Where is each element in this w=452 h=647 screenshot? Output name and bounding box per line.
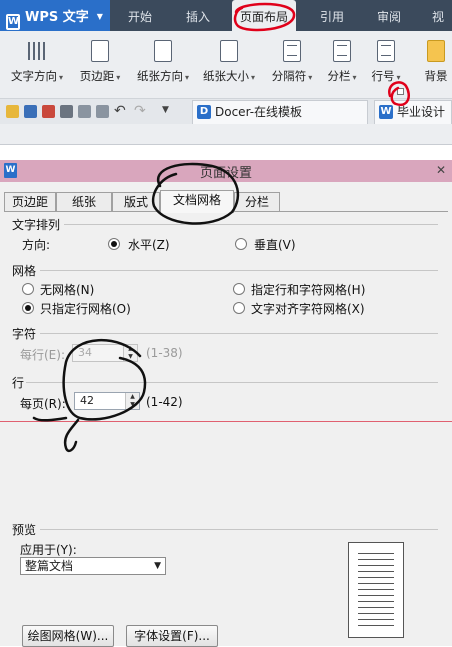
doc-tab-thesis[interactable]: W 毕业设计 (374, 100, 452, 124)
divider (40, 529, 438, 530)
lines-heading: 行 (12, 376, 25, 390)
tab-start[interactable]: 开始 (128, 0, 152, 31)
text-direction-button[interactable]: 文字方向 ▾ (6, 36, 68, 96)
font-settings-button[interactable]: 字体设置(F)... (126, 625, 218, 647)
breaks-icon (283, 40, 301, 62)
format-painter-icon[interactable] (96, 105, 109, 118)
draw-grid-button[interactable]: 绘图网格(W)... (22, 625, 114, 647)
breaks-button[interactable]: 分隔符 ▾ (266, 36, 318, 96)
line-and-char-grid-label[interactable]: 指定行和字符网格(H) (251, 281, 365, 298)
preview-heading: 预览 (12, 523, 37, 537)
tab-columns[interactable]: 分栏 (234, 192, 280, 212)
text-direction-icon (28, 40, 46, 62)
stepper-arrows-icon[interactable]: ▲ ▼ (125, 393, 139, 409)
tab-references[interactable]: 引用 (320, 0, 344, 31)
app-menu-button[interactable]: W WPS 文字 ▼ (0, 0, 110, 31)
lines-per-page-stepper[interactable]: 42 ▲ ▼ (74, 392, 140, 410)
qat-dropdown-icon[interactable]: ▼ (162, 105, 169, 115)
lines-only-grid-radio[interactable] (22, 302, 34, 314)
stepper-arrows-icon: ▲ ▼ (123, 345, 137, 361)
doc-tab-docer[interactable]: D Docer-在线模板 (192, 100, 368, 124)
background-button[interactable]: 背景 (420, 36, 452, 96)
open-icon[interactable] (6, 105, 19, 118)
chars-range-label: (1-38) (146, 346, 183, 360)
horizontal-radio[interactable] (108, 238, 120, 250)
tab-paper[interactable]: 纸张 (56, 192, 112, 212)
chars-heading: 字符 (12, 327, 37, 341)
paper-size-button[interactable]: 纸张大小 ▾ (198, 36, 260, 96)
no-grid-radio[interactable] (22, 283, 34, 295)
apply-to-select[interactable]: 整篇文档 ▼ (20, 557, 166, 575)
export-pdf-icon[interactable] (42, 105, 55, 118)
line-numbers-icon (377, 40, 395, 62)
tab-insert[interactable]: 插入 (186, 0, 210, 31)
redo-icon[interactable]: ↷ (134, 103, 146, 119)
tab-margins[interactable]: 页边距 (4, 192, 56, 212)
margins-icon (91, 40, 109, 62)
document-icon: W (379, 105, 393, 119)
no-grid-label[interactable]: 无网格(N) (40, 281, 94, 298)
paper-size-icon (220, 40, 238, 62)
dialog-title-bar: W 页面设置 ✕ (0, 160, 452, 182)
divider (40, 270, 438, 271)
apply-to-label: 应用于(Y): (20, 543, 77, 557)
dialog-tabs: 页边距 纸张 版式 文档网格 分栏 (0, 190, 452, 213)
direction-label: 方向: (22, 238, 51, 252)
tab-view[interactable]: 视 (432, 0, 444, 31)
divider (64, 224, 438, 225)
docer-icon: D (197, 105, 211, 119)
columns-icon (333, 40, 351, 62)
line-and-char-grid-radio[interactable] (233, 283, 245, 295)
columns-button[interactable]: 分栏 ▾ (322, 36, 362, 96)
line-numbers-button[interactable]: 行号 ▾ (366, 36, 406, 96)
chars-per-line-stepper: 34 ▲ ▼ (72, 344, 138, 362)
lines-range-label: (1-42) (146, 395, 183, 409)
divider (40, 333, 438, 334)
print-preview-icon[interactable] (78, 105, 91, 118)
dialog-title: 页面设置 (199, 166, 252, 181)
orientation-icon (154, 40, 172, 62)
close-icon[interactable]: ✕ (434, 163, 448, 177)
red-guide-line (0, 421, 452, 422)
chars-per-line-label: 每行(E): (20, 348, 65, 362)
page-preview (348, 542, 404, 638)
tab-review[interactable]: 审阅 (377, 0, 401, 31)
print-icon[interactable] (60, 105, 73, 118)
lines-per-page-label: 每页(R): (20, 397, 66, 411)
grid-heading: 网格 (12, 264, 37, 278)
undo-icon[interactable]: ↶ (114, 103, 126, 119)
page-setup-launcher-icon[interactable] (397, 88, 404, 95)
save-icon[interactable] (24, 105, 37, 118)
vertical-radio[interactable] (235, 238, 247, 250)
vertical-label[interactable]: 垂直(V) (254, 236, 296, 253)
page-setup-dialog: W 页面设置 ✕ 页边距 纸张 版式 文档网格 分栏 文字排列 方向: 水平(Z… (0, 160, 452, 647)
wps-logo-icon: W (6, 14, 20, 30)
background-icon (427, 40, 445, 62)
tab-layout[interactable]: 版式 (112, 192, 160, 212)
snap-to-char-grid-label[interactable]: 文字对齐字符网格(X) (251, 300, 365, 317)
document-grid-panel: 文字排列 方向: 水平(Z) 垂直(V) 网格 无网格(N) 指定行和字符网格(… (4, 211, 448, 647)
lines-only-grid-label[interactable]: 只指定行网格(O) (40, 300, 131, 317)
divider (26, 382, 438, 383)
chevron-down-icon: ▼ (154, 561, 161, 571)
margins-button[interactable]: 页边距 ▾ (74, 36, 126, 96)
chevron-down-icon: ▼ (96, 12, 103, 21)
tab-page-layout[interactable]: 页面布局 (232, 0, 296, 31)
wps-ribbon: W WPS 文字 ▼ 开始 插入 页面布局 引用 审阅 视 文字方向 ▾ 页边距 ▾ 纸… (0, 0, 452, 145)
tab-document-grid[interactable]: 文档网格 (160, 190, 234, 213)
text-arrange-heading: 文字排列 (12, 218, 61, 232)
snap-to-char-grid-radio[interactable] (233, 302, 245, 314)
horizontal-label[interactable]: 水平(Z) (128, 236, 170, 253)
orientation-button[interactable]: 纸张方向 ▾ (132, 36, 194, 96)
